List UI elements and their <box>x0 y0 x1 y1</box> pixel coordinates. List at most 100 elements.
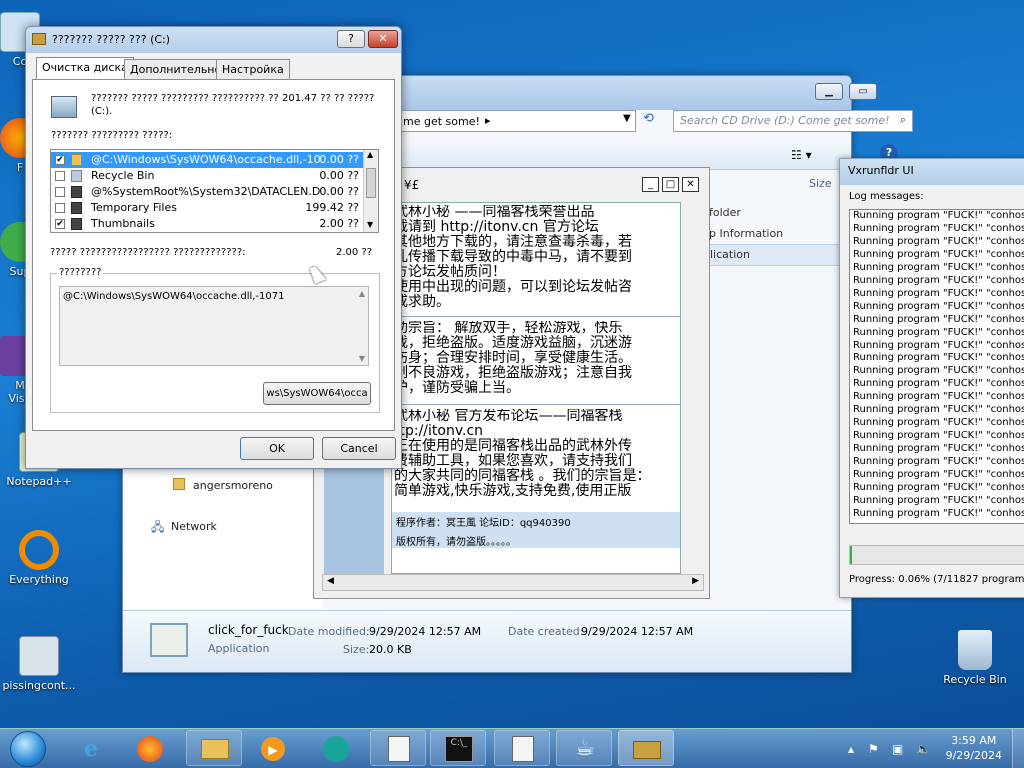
taskbar-explorer[interactable] <box>186 730 242 766</box>
scroll-down-icon[interactable]: ▼ <box>367 220 373 229</box>
taskbar-console[interactable]: C:\_ <box>430 730 486 766</box>
maximize-button[interactable]: ▭ <box>849 83 877 100</box>
file-item[interactable]: folder <box>709 206 741 219</box>
taskbar-disk-cleanup[interactable] <box>618 730 674 766</box>
scroll-up-icon[interactable]: ▲ <box>367 150 373 159</box>
desktop-icon-pissing[interactable]: pissingcont... <box>0 636 79 692</box>
log-line: Running program "FUCK!" "conhost.e <box>853 430 1024 442</box>
taskbar-program-2[interactable] <box>494 730 550 766</box>
disk-cleanup-icon <box>32 33 46 45</box>
taskbar-firefox[interactable] <box>122 730 178 766</box>
scroll-up-icon[interactable]: ▲ <box>359 289 365 298</box>
application-icon <box>150 623 188 657</box>
scroll-thumb[interactable] <box>366 168 376 198</box>
file-icon <box>71 186 82 198</box>
info-block-3: 武林小秘 官方发布论坛——同福客栈 ttp://itonv.cn 正在使用的是同… <box>394 409 651 499</box>
desktop-icon-everything[interactable]: Everything <box>0 530 79 586</box>
wulin-footer: 程序作者：冥王風 论坛ID：qq940390 版权所有，请勿盗版。。。。。 <box>392 512 680 548</box>
window-icon <box>512 736 534 762</box>
log-messages-list[interactable]: Running program "FUCK!" "conhost.e Runnin… <box>849 209 1024 524</box>
view-files-button[interactable]: ws\SysWOW64\occa <box>263 382 371 405</box>
taskbar-clock[interactable]: 3:59 AM 9/29/2024 <box>946 733 1002 763</box>
maximize-button[interactable]: □ <box>662 177 679 192</box>
log-line: Running program "FUCK!" "conhost.e <box>853 494 1024 506</box>
log-line: Running program "FUCK!" "conhost.e <box>853 482 1024 494</box>
row-name: Thumbnails <box>91 217 155 230</box>
checkbox[interactable]: ✔ <box>55 219 65 229</box>
total-label: ????? ????????????????? ?????????????: <box>50 247 246 258</box>
checkbox[interactable] <box>55 187 65 197</box>
taskbar-java[interactable]: ☕ <box>556 730 612 766</box>
checkbox[interactable] <box>55 203 65 213</box>
taskbar-ie[interactable]: e <box>62 730 118 766</box>
progress-text: Progress: 0.06% (7/11827 programs r <box>849 574 1024 585</box>
close-button[interactable]: ✕ <box>368 30 398 48</box>
vxrunfldr-window: Vxrunfldr UI Log messages: Running progr… <box>839 158 1024 598</box>
clock-date: 9/29/2024 <box>945 749 1002 762</box>
nav-item-angersmoreno[interactable]: angersmoreno <box>193 479 273 492</box>
desktop-icon-recycle-bin[interactable]: Recycle Bin <box>935 630 1015 686</box>
volume-muted-icon[interactable]: 🔈 <box>916 742 931 756</box>
scroll-left-icon[interactable]: ◀ <box>327 576 334 586</box>
checkbox[interactable] <box>55 171 65 181</box>
files-listbox[interactable]: ✔ @C:\Windows\SysWOW64\occache.dll,-1070 0… <box>50 149 379 233</box>
ok-button[interactable]: OK <box>240 437 314 460</box>
list-item[interactable]: @%SystemRoot%\System32\DATACLEN.DLL,-101… <box>51 184 363 200</box>
address-dropdown-button[interactable]: ▼ <box>623 113 631 124</box>
files-label: ??????? ????????? ?????: <box>51 130 173 141</box>
cancel-button[interactable]: Cancel <box>322 437 396 460</box>
list-item[interactable]: ✔ @C:\Windows\SysWOW64\occache.dll,-1070 0… <box>51 152 363 168</box>
log-line: Running program "FUCK!" "conhost.e <box>853 274 1024 286</box>
network-tray-icon[interactable]: ▣ <box>892 742 903 756</box>
minimize-button[interactable]: _ <box>642 177 659 192</box>
close-button[interactable]: ✕ <box>682 177 699 192</box>
log-line: Running program "FUCK!" "conhost.e <box>853 469 1024 481</box>
column-header-size[interactable]: Size <box>809 177 832 190</box>
detail-modified-label: Date modified: <box>288 625 370 638</box>
detail-created-label: Date created: <box>508 625 584 638</box>
tab-disk-cleanup[interactable]: Очистка диска <box>36 57 134 80</box>
list-item[interactable]: Temporary Files 199.42 ?? <box>51 200 363 216</box>
description-group: ???????? @C:\Windows\SysWOW64\occache.dl… <box>50 267 380 413</box>
taskbar-app[interactable] <box>308 730 364 766</box>
address-bar[interactable]: me get some! ▸ <box>398 110 636 132</box>
row-size: 0.00 ?? <box>319 169 359 182</box>
show-desktop-button[interactable] <box>1012 729 1024 768</box>
taskbar-media[interactable]: ▶ <box>246 730 302 766</box>
listbox-scrollbar[interactable]: ▲ ▼ <box>363 150 378 232</box>
scroll-down-icon[interactable]: ▼ <box>359 354 365 363</box>
help-button[interactable]: ? <box>337 30 365 48</box>
detail-size: 20.0 KB <box>369 643 412 656</box>
file-item[interactable]: p Information <box>709 227 783 240</box>
vx-title: Vxrunfldr UI <box>848 164 914 177</box>
tab-settings[interactable]: Настройка <box>216 59 290 79</box>
taskbar-program-1[interactable] <box>370 730 426 766</box>
file-item-selected[interactable]: lication <box>701 244 851 266</box>
tab-advanced[interactable]: Дополнительно <box>124 59 228 79</box>
recycle-bin-icon <box>71 170 82 182</box>
search-icon: ⌕ <box>899 113 906 126</box>
search-input[interactable]: Search CD Drive (D:) Come get some! ⌕ <box>673 110 913 132</box>
folder-icon <box>201 739 229 759</box>
media-player-icon: ▶ <box>261 737 285 761</box>
log-line: Running program "FUCK!" "conhost.e <box>853 352 1024 364</box>
view-options-icon[interactable]: ☷ ▾ <box>791 148 812 162</box>
row-name: Temporary Files <box>91 201 177 214</box>
log-line: Running program "FUCK!" "conhost.e <box>853 210 1024 221</box>
checkbox[interactable]: ✔ <box>55 155 65 165</box>
refresh-icon[interactable]: ⟲ <box>643 111 654 126</box>
dialog-titlebar: ??????? ????? ??? (C:) ? ✕ <box>26 27 401 53</box>
start-button[interactable] <box>2 729 54 767</box>
nav-item-network[interactable]: Network <box>171 520 217 533</box>
tray-overflow-icon[interactable]: ▴ <box>848 742 854 756</box>
details-pane: click_for_fuck Application Date modified… <box>123 610 851 672</box>
minimize-button[interactable]: ▁ <box>815 83 843 100</box>
list-item[interactable]: Recycle Bin 0.00 ?? <box>51 168 363 184</box>
list-item[interactable]: ✔ Thumbnails 2.00 ?? <box>51 216 363 232</box>
scroll-right-icon[interactable]: ▶ <box>692 576 699 586</box>
flag-icon[interactable]: ⚑ <box>868 742 879 756</box>
info-block-1: 武林小秘 ——同福客栈荣誉出品 载请到 http://itonv.cn 官方论坛… <box>394 205 680 317</box>
footer-copyright: 版权所有，请勿盗版。。。。。 <box>396 537 516 548</box>
horizontal-scrollbar[interactable]: ◀ ▶ <box>322 574 704 591</box>
windows-logo-icon <box>10 731 46 767</box>
